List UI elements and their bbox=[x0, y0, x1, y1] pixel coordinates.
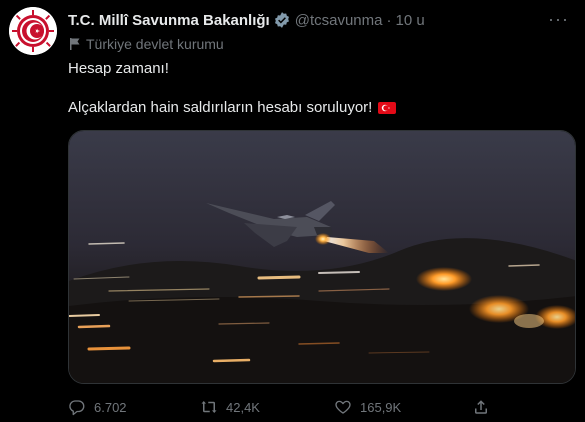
tweet-text-line2-row: Alçaklardan hain saldırıların hesabı sor… bbox=[68, 99, 397, 116]
account-name[interactable]: T.C. Millî Savunma Bakanlığı bbox=[68, 12, 270, 29]
share-icon bbox=[475, 400, 487, 414]
emblem-avatar-icon bbox=[9, 7, 57, 55]
tweet-text-line1: Hesap zamanı! bbox=[68, 60, 169, 77]
reply-icon bbox=[69, 400, 85, 416]
government-label[interactable]: Türkiye devlet kurumu bbox=[68, 34, 224, 54]
tweet-time[interactable]: 10 u bbox=[395, 12, 424, 29]
like-button[interactable]: 165,9K bbox=[334, 398, 472, 416]
retweet-icon bbox=[201, 401, 217, 413]
fighter-jet-photo bbox=[69, 131, 575, 383]
like-count: 165,9K bbox=[360, 399, 402, 415]
account-avatar[interactable] bbox=[9, 7, 57, 55]
more-icon[interactable]: ··· bbox=[548, 9, 569, 30]
government-flag-icon bbox=[70, 38, 80, 50]
tweet-media-image[interactable] bbox=[68, 130, 576, 384]
separator-dot: · bbox=[386, 11, 392, 29]
share-button[interactable] bbox=[472, 398, 490, 416]
account-handle[interactable]: @tcsavunma bbox=[295, 12, 383, 29]
turkish-flag-emoji bbox=[378, 101, 397, 114]
verified-badge-icon[interactable] bbox=[273, 11, 291, 29]
tweet-actions: 6.702 42,4K 165,9K bbox=[68, 396, 498, 418]
tweet-text-line2: Alçaklardan hain saldırıların hesabı sor… bbox=[68, 99, 373, 116]
retweet-button[interactable]: 42,4K bbox=[200, 398, 334, 416]
government-label-text: Türkiye devlet kurumu bbox=[86, 36, 224, 52]
reply-button[interactable]: 6.702 bbox=[68, 398, 200, 416]
reply-count: 6.702 bbox=[94, 399, 127, 415]
retweet-count: 42,4K bbox=[226, 399, 260, 415]
like-icon bbox=[335, 400, 351, 414]
tweet-header: T.C. Millî Savunma Bakanlığı @tcsavunma … bbox=[68, 9, 569, 31]
